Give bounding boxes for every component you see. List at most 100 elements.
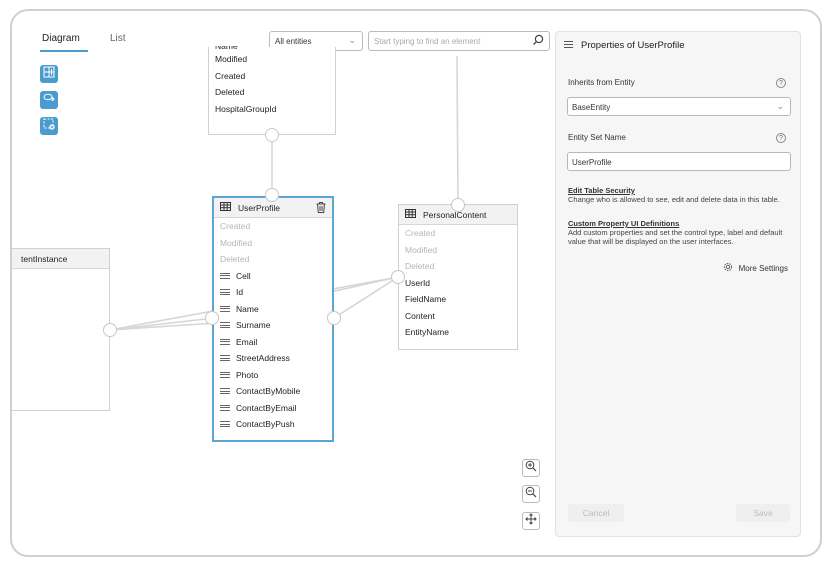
drag-handle-icon[interactable] <box>220 289 230 296</box>
add-relation-icon <box>43 91 55 109</box>
search-input[interactable]: Start typing to find an element <box>368 31 550 51</box>
entity-field: EntityName <box>405 327 449 338</box>
field-label: Id <box>236 287 244 298</box>
entity-field[interactable]: Id <box>214 284 332 301</box>
field-label: ContactByPush <box>236 419 295 430</box>
entity-field[interactable]: ContactByPush <box>214 416 332 433</box>
field-label: Email <box>236 336 258 347</box>
entity-userprofile[interactable]: UserProfile Created Modified Deleted Cel… <box>212 196 334 442</box>
gear-icon <box>723 262 733 274</box>
search-placeholder: Start typing to find an element <box>374 37 481 46</box>
field-label: StreetAddress <box>236 353 290 364</box>
entity-set-label: Entity Set Name <box>568 133 626 142</box>
entity-field[interactable]: Email <box>214 334 332 351</box>
add-entity-icon <box>43 65 55 83</box>
entity-title: tentInstance <box>21 253 68 264</box>
trash-icon[interactable] <box>316 202 326 215</box>
zoom-out-icon <box>525 485 537 503</box>
connection-point[interactable] <box>327 311 341 325</box>
entity-field: Created <box>215 70 246 81</box>
entity-hospitalgroup[interactable]: Name Modified Created Deleted HospitalGr… <box>208 46 336 135</box>
active-tab-indicator <box>40 50 88 52</box>
connection-point[interactable] <box>451 198 465 212</box>
entity-system-field: Deleted <box>405 261 435 272</box>
entity-field[interactable]: Photo <box>214 367 332 384</box>
entity-personalcontent[interactable]: PersonalContent Created Modified Deleted… <box>398 204 518 350</box>
connection-point[interactable] <box>103 323 117 337</box>
drag-handle-icon[interactable] <box>220 272 230 279</box>
drag-handle-icon[interactable] <box>220 371 230 378</box>
help-icon[interactable]: ? <box>776 133 786 143</box>
entity-field: Content <box>405 310 435 321</box>
entity-contentinstance[interactable]: tentInstance <box>12 248 110 411</box>
connection-point[interactable] <box>205 311 219 325</box>
cancel-button[interactable]: Cancel <box>568 504 624 522</box>
add-selection-icon <box>43 117 55 135</box>
fit-view-button[interactable] <box>522 512 540 530</box>
connection-point[interactable] <box>391 270 405 284</box>
zoom-in-button[interactable] <box>522 459 540 477</box>
tab-list[interactable]: List <box>110 33 126 44</box>
more-settings-label: More Settings <box>738 263 788 273</box>
add-selection-button[interactable] <box>40 117 58 135</box>
connection-point[interactable] <box>265 128 279 142</box>
field-label: ContactByMobile <box>236 386 301 397</box>
inherits-value: BaseEntity <box>572 103 611 112</box>
drag-handle-icon[interactable] <box>220 421 230 428</box>
inherits-select[interactable]: BaseEntity ⌄ <box>567 97 791 116</box>
table-icon <box>405 209 416 220</box>
entity-field: Deleted <box>215 87 245 98</box>
help-icon[interactable]: ? <box>776 78 786 88</box>
menu-icon[interactable] <box>564 40 573 51</box>
entity-field: FieldName <box>405 294 447 305</box>
save-button[interactable]: Save <box>736 504 790 522</box>
entity-field[interactable]: Name <box>214 301 332 318</box>
custom-property-link[interactable]: Custom Property UI Definitions <box>568 219 679 228</box>
drag-handle-icon[interactable] <box>220 355 230 362</box>
entity-field[interactable]: StreetAddress <box>214 350 332 367</box>
entity-system-field: Created <box>405 228 436 239</box>
entity-field: HospitalGroupId <box>215 103 277 114</box>
entity-field: Modified <box>215 54 248 65</box>
custom-property-description: Add custom properties and set the contro… <box>568 228 783 246</box>
field-label: Photo <box>236 369 259 380</box>
search-icon[interactable] <box>532 34 544 48</box>
entity-set-input[interactable]: UserProfile <box>567 152 791 171</box>
entity-field: UserId <box>405 277 431 288</box>
connection-point[interactable] <box>265 188 279 202</box>
app-window: Diagram List All entities ⌄ Start typing… <box>10 9 822 557</box>
edit-table-security-link[interactable]: Edit Table Security <box>568 186 635 195</box>
more-settings-button[interactable]: More Settings <box>723 262 788 274</box>
entity-system-field: Created <box>220 221 251 232</box>
entity-field[interactable]: Cell <box>214 268 332 285</box>
entity-title: UserProfile <box>238 202 281 213</box>
properties-panel: Properties of UserProfile Inherits from … <box>555 31 801 537</box>
field-label: Cell <box>236 270 251 281</box>
field-label: Name <box>236 303 259 314</box>
tab-diagram[interactable]: Diagram <box>42 33 80 44</box>
security-description: Change who is allowed to see, edit and d… <box>568 195 780 204</box>
zoom-out-button[interactable] <box>522 485 540 503</box>
add-entity-button[interactable] <box>40 65 58 83</box>
diagram-canvas[interactable]: Diagram List All entities ⌄ Start typing… <box>12 11 552 555</box>
drag-handle-icon[interactable] <box>220 322 230 329</box>
chevron-down-icon: ⌄ <box>348 35 356 45</box>
drag-handle-icon[interactable] <box>220 338 230 345</box>
entity-field[interactable]: ContactByMobile <box>214 383 332 400</box>
fit-view-icon <box>525 512 537 530</box>
drag-handle-icon[interactable] <box>220 305 230 312</box>
inherits-label: Inherits from Entity <box>568 78 635 87</box>
entity-field[interactable]: Surname <box>214 317 332 334</box>
entity-system-field: Deleted <box>220 254 250 265</box>
field-label: Surname <box>236 320 271 331</box>
field-label: ContactByEmail <box>236 402 297 413</box>
entity-filter-value: All entities <box>275 37 312 46</box>
drag-handle-icon[interactable] <box>220 404 230 411</box>
chevron-down-icon: ⌄ <box>776 101 784 111</box>
entity-field[interactable]: ContactByEmail <box>214 400 332 417</box>
drag-handle-icon[interactable] <box>220 388 230 395</box>
entity-system-field: Modified <box>220 237 253 248</box>
add-relation-button[interactable] <box>40 91 58 109</box>
zoom-in-icon <box>525 459 537 477</box>
entity-system-field: Modified <box>405 244 438 255</box>
